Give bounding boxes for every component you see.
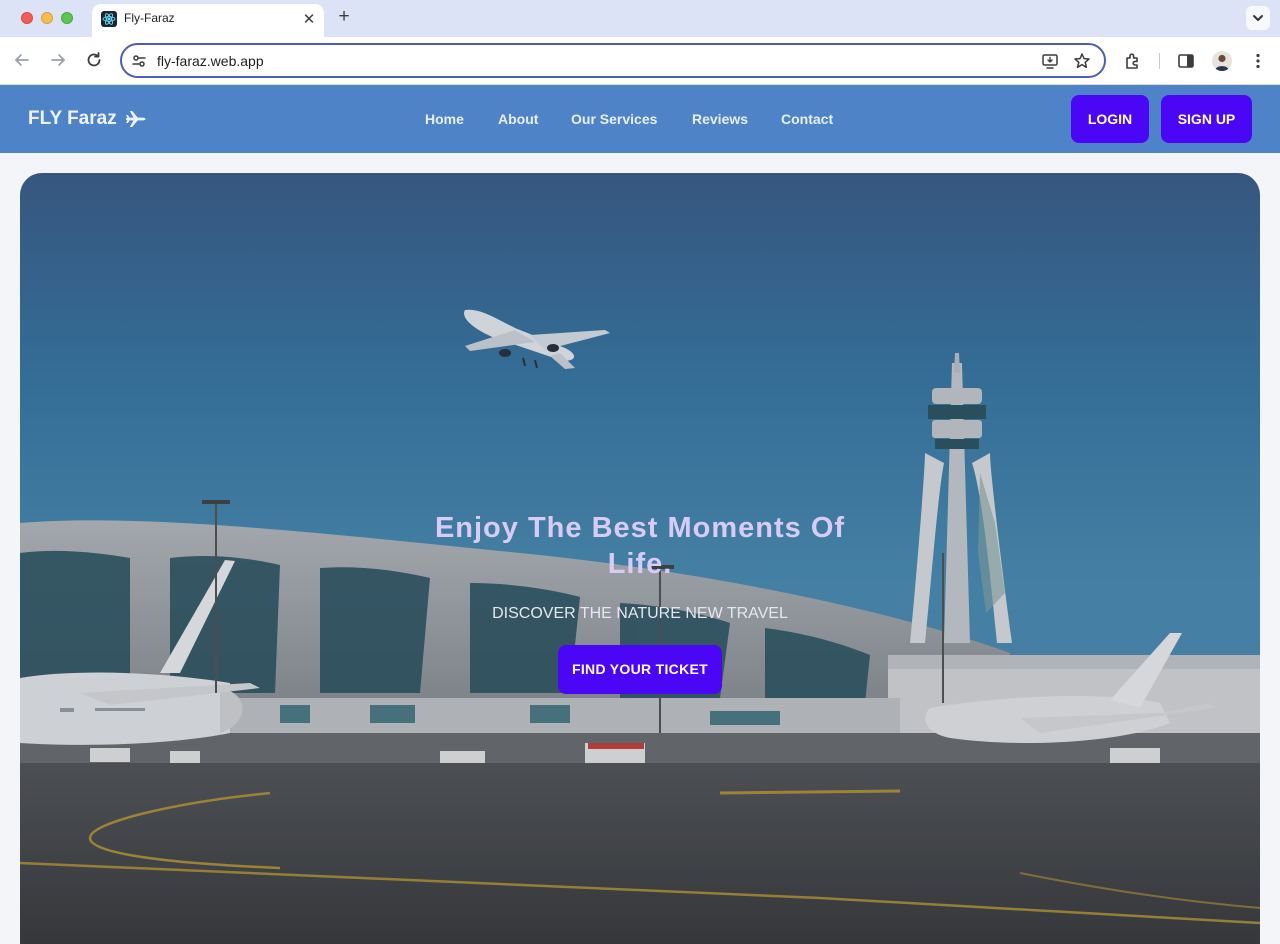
hero-content: Enjoy The Best Moments Of Life. DISCOVER… (20, 173, 1260, 944)
brand-name: FLY Faraz (28, 108, 117, 129)
nav-link-reviews[interactable]: Reviews (692, 111, 748, 127)
close-tab-icon[interactable]: ✕ (300, 11, 318, 29)
tab-title: Fly-Faraz (124, 11, 175, 25)
browser-toolbar: fly-faraz.web.app (0, 37, 1280, 85)
hero-section: Enjoy The Best Moments Of Life. DISCOVER… (20, 173, 1260, 944)
url-text[interactable]: fly-faraz.web.app (157, 53, 264, 69)
tab-search-chevron-down-icon[interactable] (1246, 6, 1270, 30)
airplane-icon (125, 110, 146, 128)
nav-link-about[interactable]: About (498, 111, 538, 127)
maximize-window-button[interactable] (61, 12, 73, 24)
minimize-window-button[interactable] (41, 12, 53, 24)
reload-icon[interactable] (84, 50, 104, 70)
brand-logo[interactable]: FLY Faraz (28, 108, 146, 130)
bookmark-star-icon[interactable] (1073, 52, 1091, 70)
react-icon (101, 11, 117, 27)
hero-subtitle: DISCOVER THE NATURE NEW TRAVEL (492, 605, 788, 622)
profile-avatar[interactable] (1212, 51, 1232, 71)
nav-link-our-services[interactable]: Our Services (571, 111, 657, 127)
close-window-button[interactable] (21, 12, 33, 24)
browser-tab[interactable]: Fly-Faraz ✕ (92, 4, 324, 37)
site-navbar: FLY Faraz Home About Our Services Review… (0, 85, 1280, 153)
toolbar-divider (1159, 53, 1160, 69)
nav-link-contact[interactable]: Contact (781, 111, 833, 127)
back-icon[interactable] (12, 50, 32, 70)
hero-title: Enjoy The Best Moments Of Life. (434, 512, 846, 580)
nav-link-home[interactable]: Home (425, 111, 464, 127)
find-your-ticket-button[interactable]: FIND YOUR TICKET (558, 645, 722, 694)
new-tab-icon[interactable]: + (334, 7, 354, 27)
menu-icon[interactable] (1248, 51, 1268, 71)
extensions-icon[interactable] (1123, 51, 1143, 71)
install-app-icon[interactable] (1041, 52, 1059, 70)
address-bar[interactable]: fly-faraz.web.app (120, 43, 1106, 78)
forward-icon[interactable] (48, 50, 68, 70)
signup-button[interactable]: SIGN UP (1161, 95, 1252, 143)
browser-tab-bar: Fly-Faraz ✕ + (0, 0, 1280, 37)
side-panel-icon[interactable] (1176, 51, 1196, 71)
site-info-icon[interactable] (131, 53, 147, 69)
login-button[interactable]: LOGIN (1071, 95, 1149, 143)
